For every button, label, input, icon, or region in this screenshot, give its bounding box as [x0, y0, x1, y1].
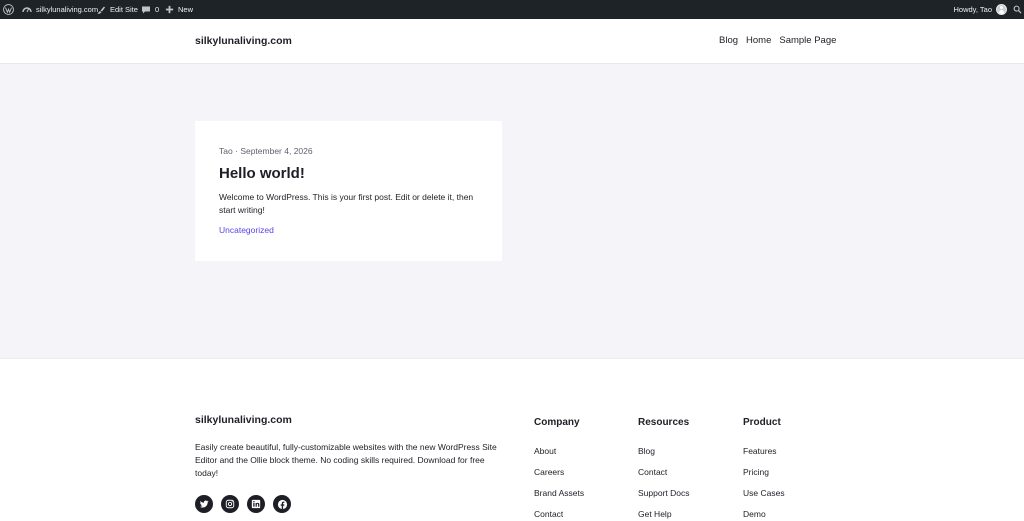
plus-icon	[165, 5, 174, 14]
nav-item-blog[interactable]: Blog	[719, 35, 738, 46]
dashboard-icon	[22, 6, 32, 12]
footer-link-features[interactable]: Features	[743, 446, 785, 467]
account-menu[interactable]: Howdy, Tao	[953, 0, 1007, 19]
twitter-link[interactable]	[195, 495, 213, 513]
comments-link[interactable]: 0	[141, 0, 159, 19]
meta-separator: ·	[235, 146, 238, 156]
search-icon	[1013, 5, 1022, 14]
edit-brush-icon	[97, 6, 105, 14]
admin-site-name: silkylunaliving.com	[36, 5, 99, 14]
comment-icon	[142, 6, 150, 13]
footer-link-pricing[interactable]: Pricing	[743, 467, 785, 488]
new-label: New	[178, 5, 194, 14]
edit-site-link[interactable]: Edit Site	[96, 0, 138, 19]
post-meta: Tao · September 4, 2026	[219, 146, 313, 156]
post-card: Tao · September 4, 2026 Hello world! Wel…	[195, 121, 502, 261]
footer-link-support-docs[interactable]: Support Docs	[638, 488, 690, 509]
footer-link-use-cases[interactable]: Use Cases	[743, 488, 785, 509]
footer-link-brand-assets[interactable]: Brand Assets	[534, 488, 584, 509]
footer-column-product: Product Features Pricing Use Cases Demo	[743, 417, 785, 521]
twitter-icon	[199, 500, 209, 508]
facebook-link[interactable]	[273, 495, 291, 513]
footer-description: Easily create beautiful, fully-customiza…	[195, 442, 497, 478]
linkedin-link[interactable]	[247, 495, 265, 513]
footer-link-blog[interactable]: Blog	[638, 446, 690, 467]
footer-link-about[interactable]: About	[534, 446, 584, 467]
avatar	[996, 4, 1007, 15]
primary-nav: Blog Home Sample Page	[719, 35, 836, 46]
footer-column-heading: Resources	[638, 417, 690, 428]
instagram-link[interactable]	[221, 495, 239, 513]
footer-column-heading: Product	[743, 417, 781, 428]
post-category-link[interactable]: Uncategorized	[219, 225, 274, 235]
post-date[interactable]: September 4, 2026	[240, 146, 312, 156]
main-content: Tao · September 4, 2026 Hello world! Wel…	[0, 64, 1024, 359]
edit-site-label: Edit Site	[110, 5, 138, 14]
post-author[interactable]: Tao	[219, 146, 233, 156]
footer-column-heading: Company	[534, 417, 580, 428]
footer-link-contact[interactable]: Contact	[534, 509, 584, 521]
new-content-menu[interactable]: New	[165, 0, 193, 19]
post-excerpt: Welcome to WordPress. This is your first…	[219, 192, 474, 215]
footer-link-get-help[interactable]: Get Help	[638, 509, 690, 521]
nav-item-sample-page[interactable]: Sample Page	[779, 35, 836, 46]
site-footer: silkylunaliving.com Easily create beauti…	[0, 359, 1024, 521]
site-title-link[interactable]: silkylunaliving.com	[195, 35, 292, 47]
social-links	[195, 495, 291, 513]
site-header: silkylunaliving.com Blog Home Sample Pag…	[0, 19, 1024, 64]
footer-link-contact[interactable]: Contact	[638, 467, 690, 488]
comments-count: 0	[155, 5, 160, 14]
admin-search-button[interactable]	[1013, 0, 1022, 19]
wordpress-icon	[3, 4, 14, 15]
footer-column-resources: Resources Blog Contact Support Docs Get …	[638, 417, 690, 521]
footer-link-demo[interactable]: Demo	[743, 509, 785, 521]
post-title[interactable]: Hello world!	[219, 165, 305, 182]
linkedin-icon	[251, 499, 261, 509]
wordpress-logo-menu[interactable]	[3, 0, 14, 19]
footer-site-title[interactable]: silkylunaliving.com	[195, 414, 292, 426]
admin-bar: silkylunaliving.com Edit Site 0 New Howd…	[0, 0, 1024, 19]
instagram-icon	[225, 499, 235, 509]
howdy-text: Howdy, Tao	[953, 5, 993, 14]
footer-link-careers[interactable]: Careers	[534, 467, 584, 488]
nav-item-home[interactable]: Home	[746, 35, 771, 46]
facebook-icon	[277, 499, 287, 509]
site-name-menu[interactable]: silkylunaliving.com	[22, 0, 98, 19]
footer-column-company: Company About Careers Brand Assets Conta…	[534, 417, 584, 521]
